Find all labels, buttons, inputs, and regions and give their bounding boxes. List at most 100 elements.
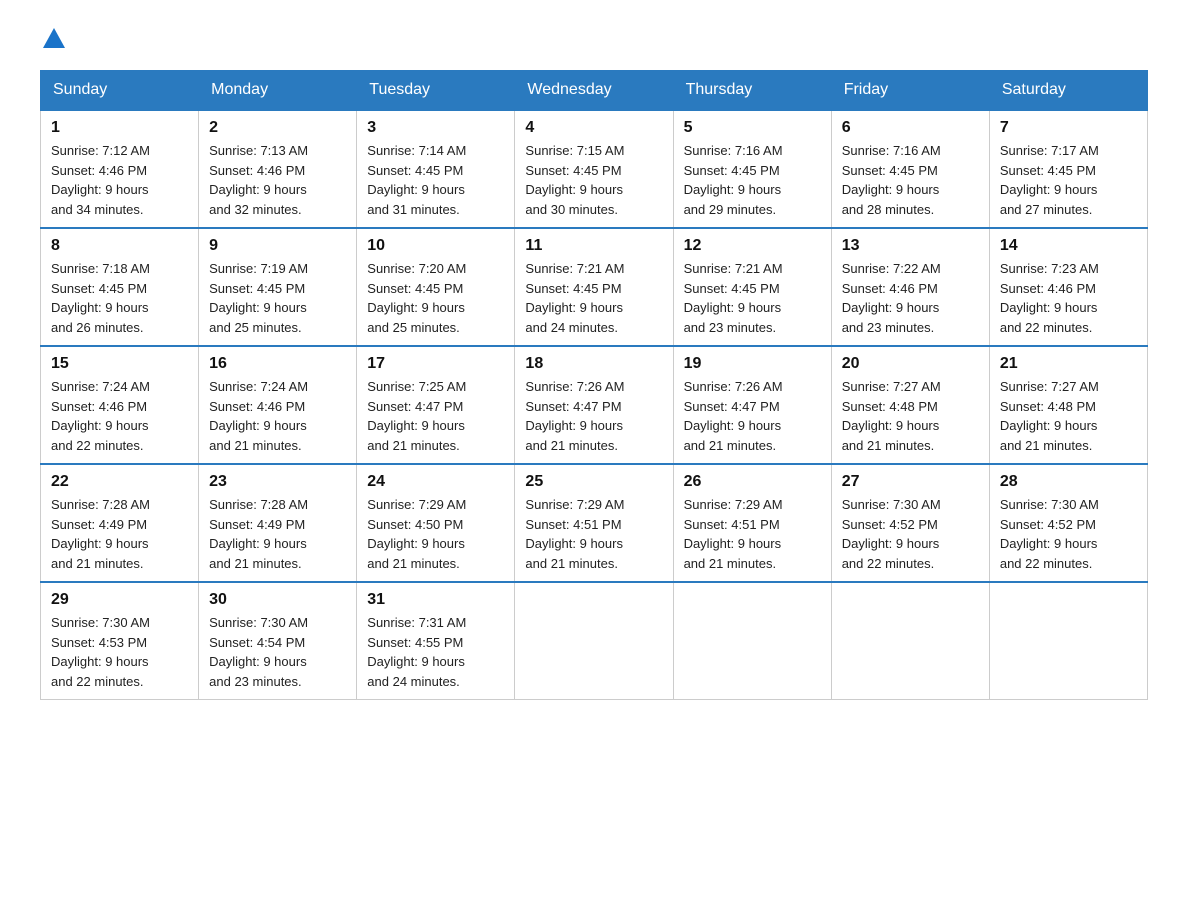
day-info: Sunrise: 7:30 AMSunset: 4:53 PMDaylight:… [51, 615, 150, 689]
day-number: 25 [525, 473, 662, 491]
day-number: 23 [209, 473, 346, 491]
calendar-day-cell [515, 582, 673, 700]
day-number: 26 [684, 473, 821, 491]
day-number: 15 [51, 355, 188, 373]
calendar-week-row: 22 Sunrise: 7:28 AMSunset: 4:49 PMDaylig… [41, 464, 1148, 582]
calendar-day-cell: 5 Sunrise: 7:16 AMSunset: 4:45 PMDayligh… [673, 110, 831, 228]
day-info: Sunrise: 7:22 AMSunset: 4:46 PMDaylight:… [842, 261, 941, 335]
calendar-day-cell: 20 Sunrise: 7:27 AMSunset: 4:48 PMDaylig… [831, 346, 989, 464]
calendar-day-cell: 14 Sunrise: 7:23 AMSunset: 4:46 PMDaylig… [989, 228, 1147, 346]
day-info: Sunrise: 7:28 AMSunset: 4:49 PMDaylight:… [51, 497, 150, 571]
calendar-day-cell: 3 Sunrise: 7:14 AMSunset: 4:45 PMDayligh… [357, 110, 515, 228]
day-number: 21 [1000, 355, 1137, 373]
calendar-day-cell: 15 Sunrise: 7:24 AMSunset: 4:46 PMDaylig… [41, 346, 199, 464]
day-info: Sunrise: 7:19 AMSunset: 4:45 PMDaylight:… [209, 261, 308, 335]
day-info: Sunrise: 7:13 AMSunset: 4:46 PMDaylight:… [209, 143, 308, 217]
calendar-day-cell [673, 582, 831, 700]
day-number: 13 [842, 237, 979, 255]
day-number: 20 [842, 355, 979, 373]
calendar-day-cell: 9 Sunrise: 7:19 AMSunset: 4:45 PMDayligh… [199, 228, 357, 346]
day-info: Sunrise: 7:20 AMSunset: 4:45 PMDaylight:… [367, 261, 466, 335]
calendar-day-cell [831, 582, 989, 700]
calendar-day-cell: 8 Sunrise: 7:18 AMSunset: 4:45 PMDayligh… [41, 228, 199, 346]
calendar-day-cell: 21 Sunrise: 7:27 AMSunset: 4:48 PMDaylig… [989, 346, 1147, 464]
calendar-day-cell: 29 Sunrise: 7:30 AMSunset: 4:53 PMDaylig… [41, 582, 199, 700]
day-info: Sunrise: 7:26 AMSunset: 4:47 PMDaylight:… [684, 379, 783, 453]
day-number: 19 [684, 355, 821, 373]
day-info: Sunrise: 7:17 AMSunset: 4:45 PMDaylight:… [1000, 143, 1099, 217]
day-info: Sunrise: 7:30 AMSunset: 4:54 PMDaylight:… [209, 615, 308, 689]
calendar-header-row: SundayMondayTuesdayWednesdayThursdayFrid… [41, 71, 1148, 111]
day-info: Sunrise: 7:21 AMSunset: 4:45 PMDaylight:… [684, 261, 783, 335]
day-number: 22 [51, 473, 188, 491]
day-number: 27 [842, 473, 979, 491]
column-header-wednesday: Wednesday [515, 71, 673, 111]
column-header-friday: Friday [831, 71, 989, 111]
calendar-day-cell: 2 Sunrise: 7:13 AMSunset: 4:46 PMDayligh… [199, 110, 357, 228]
calendar-day-cell: 10 Sunrise: 7:20 AMSunset: 4:45 PMDaylig… [357, 228, 515, 346]
calendar-day-cell: 13 Sunrise: 7:22 AMSunset: 4:46 PMDaylig… [831, 228, 989, 346]
day-number: 24 [367, 473, 504, 491]
day-info: Sunrise: 7:23 AMSunset: 4:46 PMDaylight:… [1000, 261, 1099, 335]
logo-triangle-icon [43, 28, 65, 48]
day-info: Sunrise: 7:30 AMSunset: 4:52 PMDaylight:… [1000, 497, 1099, 571]
day-number: 9 [209, 237, 346, 255]
column-header-sunday: Sunday [41, 71, 199, 111]
day-number: 18 [525, 355, 662, 373]
day-number: 6 [842, 119, 979, 137]
day-info: Sunrise: 7:30 AMSunset: 4:52 PMDaylight:… [842, 497, 941, 571]
day-number: 1 [51, 119, 188, 137]
day-number: 29 [51, 591, 188, 609]
day-number: 11 [525, 237, 662, 255]
day-number: 8 [51, 237, 188, 255]
day-info: Sunrise: 7:16 AMSunset: 4:45 PMDaylight:… [842, 143, 941, 217]
day-number: 2 [209, 119, 346, 137]
calendar-day-cell: 7 Sunrise: 7:17 AMSunset: 4:45 PMDayligh… [989, 110, 1147, 228]
day-info: Sunrise: 7:29 AMSunset: 4:51 PMDaylight:… [684, 497, 783, 571]
day-number: 12 [684, 237, 821, 255]
day-info: Sunrise: 7:28 AMSunset: 4:49 PMDaylight:… [209, 497, 308, 571]
column-header-saturday: Saturday [989, 71, 1147, 111]
calendar-day-cell: 11 Sunrise: 7:21 AMSunset: 4:45 PMDaylig… [515, 228, 673, 346]
page-header [40, 30, 1148, 50]
calendar-day-cell: 19 Sunrise: 7:26 AMSunset: 4:47 PMDaylig… [673, 346, 831, 464]
day-number: 4 [525, 119, 662, 137]
calendar-week-row: 8 Sunrise: 7:18 AMSunset: 4:45 PMDayligh… [41, 228, 1148, 346]
day-info: Sunrise: 7:12 AMSunset: 4:46 PMDaylight:… [51, 143, 150, 217]
day-number: 31 [367, 591, 504, 609]
calendar-day-cell [989, 582, 1147, 700]
day-info: Sunrise: 7:15 AMSunset: 4:45 PMDaylight:… [525, 143, 624, 217]
calendar-week-row: 1 Sunrise: 7:12 AMSunset: 4:46 PMDayligh… [41, 110, 1148, 228]
calendar-day-cell: 25 Sunrise: 7:29 AMSunset: 4:51 PMDaylig… [515, 464, 673, 582]
day-info: Sunrise: 7:16 AMSunset: 4:45 PMDaylight:… [684, 143, 783, 217]
day-info: Sunrise: 7:25 AMSunset: 4:47 PMDaylight:… [367, 379, 466, 453]
calendar-day-cell: 23 Sunrise: 7:28 AMSunset: 4:49 PMDaylig… [199, 464, 357, 582]
day-number: 5 [684, 119, 821, 137]
column-header-tuesday: Tuesday [357, 71, 515, 111]
calendar-day-cell: 17 Sunrise: 7:25 AMSunset: 4:47 PMDaylig… [357, 346, 515, 464]
calendar-day-cell: 31 Sunrise: 7:31 AMSunset: 4:55 PMDaylig… [357, 582, 515, 700]
day-info: Sunrise: 7:29 AMSunset: 4:51 PMDaylight:… [525, 497, 624, 571]
day-info: Sunrise: 7:24 AMSunset: 4:46 PMDaylight:… [51, 379, 150, 453]
day-info: Sunrise: 7:21 AMSunset: 4:45 PMDaylight:… [525, 261, 624, 335]
calendar-day-cell: 18 Sunrise: 7:26 AMSunset: 4:47 PMDaylig… [515, 346, 673, 464]
day-info: Sunrise: 7:14 AMSunset: 4:45 PMDaylight:… [367, 143, 466, 217]
day-number: 7 [1000, 119, 1137, 137]
logo [40, 30, 65, 50]
calendar-day-cell: 22 Sunrise: 7:28 AMSunset: 4:49 PMDaylig… [41, 464, 199, 582]
calendar-day-cell: 1 Sunrise: 7:12 AMSunset: 4:46 PMDayligh… [41, 110, 199, 228]
calendar-day-cell: 6 Sunrise: 7:16 AMSunset: 4:45 PMDayligh… [831, 110, 989, 228]
day-number: 14 [1000, 237, 1137, 255]
day-number: 10 [367, 237, 504, 255]
day-number: 3 [367, 119, 504, 137]
calendar-day-cell: 12 Sunrise: 7:21 AMSunset: 4:45 PMDaylig… [673, 228, 831, 346]
day-info: Sunrise: 7:18 AMSunset: 4:45 PMDaylight:… [51, 261, 150, 335]
day-info: Sunrise: 7:24 AMSunset: 4:46 PMDaylight:… [209, 379, 308, 453]
day-number: 28 [1000, 473, 1137, 491]
day-info: Sunrise: 7:29 AMSunset: 4:50 PMDaylight:… [367, 497, 466, 571]
day-number: 16 [209, 355, 346, 373]
day-info: Sunrise: 7:27 AMSunset: 4:48 PMDaylight:… [1000, 379, 1099, 453]
calendar-week-row: 29 Sunrise: 7:30 AMSunset: 4:53 PMDaylig… [41, 582, 1148, 700]
column-header-thursday: Thursday [673, 71, 831, 111]
calendar-day-cell: 28 Sunrise: 7:30 AMSunset: 4:52 PMDaylig… [989, 464, 1147, 582]
